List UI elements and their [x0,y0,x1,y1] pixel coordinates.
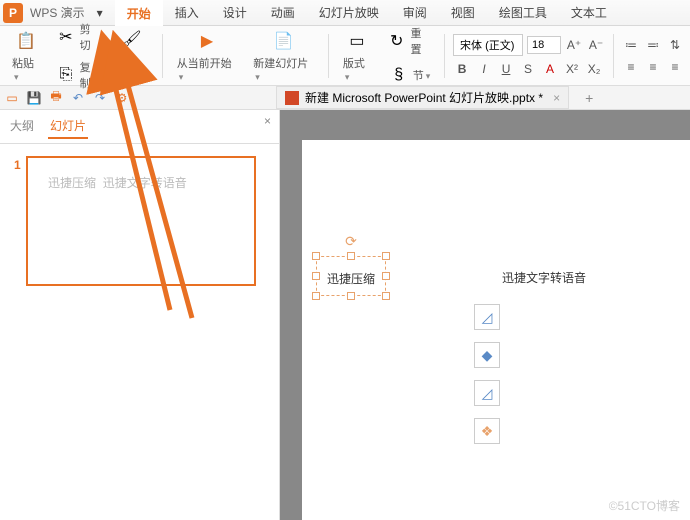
font-name-select[interactable]: 宋体 (正文) [453,34,523,56]
qat-new-icon[interactable]: ▭ [4,90,20,106]
resize-handle[interactable] [382,292,390,300]
underline-button[interactable]: U [497,60,515,78]
resize-handle[interactable] [312,272,320,280]
resize-handle[interactable] [347,252,355,260]
reset-icon: ↻ [385,29,409,53]
watermark: ©51CTO博客 [609,497,680,514]
clipboard-icon: 📋 [14,29,38,53]
textbox-1-text: 迅捷压缩 [327,272,375,286]
align-center-button[interactable]: ≡ [644,58,662,76]
font-color-button[interactable]: A [541,60,559,78]
new-slide-button[interactable]: 📄 新建幻灯片 [247,28,320,84]
line-spacing-button[interactable]: ⇅ [666,36,684,54]
reset-button[interactable]: ↻重置 [381,23,436,59]
panel-tabs: 大纲 幻灯片 × [0,110,279,144]
number-list-button[interactable]: ≕ [644,36,662,54]
paste-label: 粘贴 [12,55,40,83]
thumb-text: 迅捷压缩 迅捷文字转语音 [48,174,187,191]
format-tool-1[interactable]: ◿ [474,304,500,330]
tab-slideshow[interactable]: 幻灯片放映 [307,0,391,26]
close-panel-button[interactable]: × [264,114,271,128]
bold-button[interactable]: B [453,60,471,78]
textbox-2[interactable]: 迅捷文字转语音 [492,256,596,294]
rotate-handle-icon[interactable]: ⟳ [345,233,357,250]
qat-save-icon[interactable]: 💾 [26,90,42,106]
close-tab-button[interactable]: × [553,91,560,105]
separator [328,34,329,78]
from-current-button[interactable]: ▶ 从当前开始 [171,28,244,84]
slide-number: 1 [14,158,21,172]
subscript-button[interactable]: X₂ [585,60,603,78]
tab-animation[interactable]: 动画 [259,0,307,26]
paste-button[interactable]: 📋 粘贴 [6,28,46,84]
document-title: 新建 Microsoft PowerPoint 幻灯片放映.pptx * [305,89,543,106]
tab-view[interactable]: 视图 [439,0,487,26]
resize-handle[interactable] [382,272,390,280]
workspace: 大纲 幻灯片 × 1 迅捷压缩 迅捷文字转语音 ⟳ 迅捷压缩 [0,110,690,520]
layers-tool[interactable]: ❖ [474,418,500,444]
font-size-select[interactable]: 18 [527,36,561,54]
play-icon: ▶ [195,29,219,53]
separator [444,34,445,78]
thumbnail-area: 1 迅捷压缩 迅捷文字转语音 [0,144,279,298]
align-left-button[interactable]: ≡ [622,58,640,76]
section-icon: § [387,63,411,87]
bullet-list-button[interactable]: ≔ [622,36,640,54]
slide-editor[interactable]: ⟳ 迅捷压缩 迅捷文字转语音 ◿ ◆ ◿ ❖ [280,110,690,520]
slides-tab[interactable]: 幻灯片 [48,114,88,139]
resize-handle[interactable] [312,252,320,260]
resize-handle[interactable] [382,252,390,260]
layout-button[interactable]: ▭ 版式 [337,28,377,84]
textbox-2-text: 迅捷文字转语音 [502,271,586,285]
floating-toolbar: ◿ ◆ ◿ ❖ [474,304,500,444]
slides-panel: 大纲 幻灯片 × 1 迅捷压缩 迅捷文字转语音 [0,110,280,520]
resize-handle[interactable] [312,292,320,300]
superscript-button[interactable]: X² [563,60,581,78]
align-right-button[interactable]: ≡ [666,58,684,76]
document-tab[interactable]: 新建 Microsoft PowerPoint 幻灯片放映.pptx * × [276,86,569,109]
ribbon: 📋 粘贴 ✂剪切 ⎘复制 🖌 格式刷 ▶ 从当前开始 📄 新建幻灯片 ▭ 版式 … [0,26,690,86]
cut-button[interactable]: ✂剪切 [50,19,105,55]
fill-tool[interactable]: ◆ [474,342,500,368]
slide-canvas[interactable]: ⟳ 迅捷压缩 迅捷文字转语音 ◿ ◆ ◿ ❖ [302,140,690,520]
copy-button[interactable]: ⎘复制 [50,57,105,93]
outline-tool[interactable]: ◿ [474,380,500,406]
resize-handle[interactable] [347,292,355,300]
tab-drawing-tools[interactable]: 绘图工具 [487,0,559,26]
tab-design[interactable]: 设计 [211,0,259,26]
format-painter-button[interactable]: 🖌 格式刷 [109,28,153,84]
scissors-icon: ✂ [54,25,78,49]
separator [162,34,163,78]
app-badge-icon: P [3,3,23,23]
increase-font-button[interactable]: A⁺ [565,36,583,54]
format-painter-label: 格式刷 [115,52,147,84]
separator [613,34,614,78]
tab-insert[interactable]: 插入 [163,0,211,26]
italic-button[interactable]: I [475,60,493,78]
new-slide-icon: 📄 [272,29,296,53]
slide-thumbnail-1[interactable]: 1 迅捷压缩 迅捷文字转语音 [26,156,256,286]
outline-tab[interactable]: 大纲 [8,114,36,139]
tab-text-tools[interactable]: 文本工 [559,0,619,26]
tab-start[interactable]: 开始 [115,0,163,27]
layout-icon: ▭ [345,29,369,53]
copy-icon: ⎘ [54,63,78,87]
new-tab-button[interactable]: + [585,90,593,106]
brush-icon: 🖌 [119,28,143,50]
section-button[interactable]: §节 [381,61,436,89]
strikethrough-button[interactable]: S [519,60,537,78]
textbox-1[interactable]: ⟳ 迅捷压缩 [316,256,386,296]
qat-settings-icon[interactable]: ⚙ [114,90,130,106]
powerpoint-file-icon [285,91,299,105]
decrease-font-button[interactable]: A⁻ [587,36,605,54]
